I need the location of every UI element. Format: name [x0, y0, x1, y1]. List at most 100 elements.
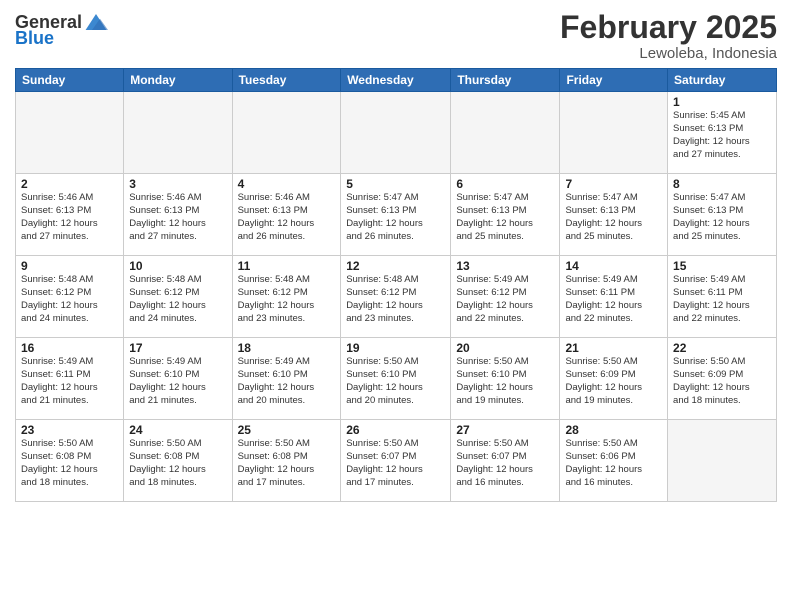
day-info: Sunrise: 5:46 AM Sunset: 6:13 PM Dayligh…: [129, 192, 226, 243]
day-info: Sunrise: 5:49 AM Sunset: 6:11 PM Dayligh…: [673, 274, 771, 325]
day-info: Sunrise: 5:50 AM Sunset: 6:08 PM Dayligh…: [21, 438, 118, 489]
table-row: 11Sunrise: 5:48 AM Sunset: 6:12 PM Dayli…: [232, 256, 341, 338]
table-row: 6Sunrise: 5:47 AM Sunset: 6:13 PM Daylig…: [451, 174, 560, 256]
table-row: 20Sunrise: 5:50 AM Sunset: 6:10 PM Dayli…: [451, 338, 560, 420]
week-row-4: 16Sunrise: 5:49 AM Sunset: 6:11 PM Dayli…: [16, 338, 777, 420]
week-row-3: 9Sunrise: 5:48 AM Sunset: 6:12 PM Daylig…: [16, 256, 777, 338]
table-row: 4Sunrise: 5:46 AM Sunset: 6:13 PM Daylig…: [232, 174, 341, 256]
day-info: Sunrise: 5:49 AM Sunset: 6:11 PM Dayligh…: [565, 274, 662, 325]
day-info: Sunrise: 5:50 AM Sunset: 6:09 PM Dayligh…: [565, 356, 662, 407]
header-wednesday: Wednesday: [341, 69, 451, 92]
month-title: February 2025: [560, 10, 777, 45]
day-number: 27: [456, 423, 554, 437]
day-number: 12: [346, 259, 445, 273]
day-number: 9: [21, 259, 118, 273]
page-header: General Blue February 2025 Lewoleba, Ind…: [15, 10, 777, 62]
day-info: Sunrise: 5:49 AM Sunset: 6:10 PM Dayligh…: [238, 356, 336, 407]
day-info: Sunrise: 5:48 AM Sunset: 6:12 PM Dayligh…: [346, 274, 445, 325]
header-thursday: Thursday: [451, 69, 560, 92]
day-info: Sunrise: 5:47 AM Sunset: 6:13 PM Dayligh…: [673, 192, 771, 243]
title-block: February 2025 Lewoleba, Indonesia: [560, 10, 777, 62]
location-title: Lewoleba, Indonesia: [560, 45, 777, 62]
day-number: 4: [238, 177, 336, 191]
table-row: 13Sunrise: 5:49 AM Sunset: 6:12 PM Dayli…: [451, 256, 560, 338]
day-number: 7: [565, 177, 662, 191]
header-monday: Monday: [124, 69, 232, 92]
table-row: 9Sunrise: 5:48 AM Sunset: 6:12 PM Daylig…: [16, 256, 124, 338]
day-info: Sunrise: 5:48 AM Sunset: 6:12 PM Dayligh…: [21, 274, 118, 325]
table-row: 14Sunrise: 5:49 AM Sunset: 6:11 PM Dayli…: [560, 256, 668, 338]
day-number: 1: [673, 95, 771, 109]
table-row: 2Sunrise: 5:46 AM Sunset: 6:13 PM Daylig…: [16, 174, 124, 256]
day-info: Sunrise: 5:50 AM Sunset: 6:09 PM Dayligh…: [673, 356, 771, 407]
table-row: 21Sunrise: 5:50 AM Sunset: 6:09 PM Dayli…: [560, 338, 668, 420]
logo-icon: [84, 10, 108, 34]
table-row: [668, 420, 777, 502]
table-row: [16, 92, 124, 174]
day-info: Sunrise: 5:50 AM Sunset: 6:10 PM Dayligh…: [346, 356, 445, 407]
table-row: 10Sunrise: 5:48 AM Sunset: 6:12 PM Dayli…: [124, 256, 232, 338]
weekday-header-row: Sunday Monday Tuesday Wednesday Thursday…: [16, 69, 777, 92]
day-info: Sunrise: 5:50 AM Sunset: 6:08 PM Dayligh…: [238, 438, 336, 489]
table-row: 15Sunrise: 5:49 AM Sunset: 6:11 PM Dayli…: [668, 256, 777, 338]
day-info: Sunrise: 5:46 AM Sunset: 6:13 PM Dayligh…: [21, 192, 118, 243]
day-number: 13: [456, 259, 554, 273]
day-info: Sunrise: 5:49 AM Sunset: 6:12 PM Dayligh…: [456, 274, 554, 325]
day-number: 26: [346, 423, 445, 437]
table-row: 23Sunrise: 5:50 AM Sunset: 6:08 PM Dayli…: [16, 420, 124, 502]
day-number: 28: [565, 423, 662, 437]
table-row: 26Sunrise: 5:50 AM Sunset: 6:07 PM Dayli…: [341, 420, 451, 502]
table-row: 24Sunrise: 5:50 AM Sunset: 6:08 PM Dayli…: [124, 420, 232, 502]
day-number: 3: [129, 177, 226, 191]
day-info: Sunrise: 5:47 AM Sunset: 6:13 PM Dayligh…: [346, 192, 445, 243]
table-row: 28Sunrise: 5:50 AM Sunset: 6:06 PM Dayli…: [560, 420, 668, 502]
day-number: 21: [565, 341, 662, 355]
table-row: [341, 92, 451, 174]
table-row: 16Sunrise: 5:49 AM Sunset: 6:11 PM Dayli…: [16, 338, 124, 420]
week-row-5: 23Sunrise: 5:50 AM Sunset: 6:08 PM Dayli…: [16, 420, 777, 502]
table-row: 19Sunrise: 5:50 AM Sunset: 6:10 PM Dayli…: [341, 338, 451, 420]
header-saturday: Saturday: [668, 69, 777, 92]
calendar-table: Sunday Monday Tuesday Wednesday Thursday…: [15, 68, 777, 502]
day-number: 2: [21, 177, 118, 191]
table-row: 17Sunrise: 5:49 AM Sunset: 6:10 PM Dayli…: [124, 338, 232, 420]
day-info: Sunrise: 5:50 AM Sunset: 6:10 PM Dayligh…: [456, 356, 554, 407]
day-number: 11: [238, 259, 336, 273]
day-number: 25: [238, 423, 336, 437]
day-number: 23: [21, 423, 118, 437]
day-number: 8: [673, 177, 771, 191]
day-info: Sunrise: 5:48 AM Sunset: 6:12 PM Dayligh…: [238, 274, 336, 325]
day-number: 17: [129, 341, 226, 355]
table-row: 22Sunrise: 5:50 AM Sunset: 6:09 PM Dayli…: [668, 338, 777, 420]
day-number: 22: [673, 341, 771, 355]
day-info: Sunrise: 5:50 AM Sunset: 6:07 PM Dayligh…: [456, 438, 554, 489]
table-row: [232, 92, 341, 174]
day-number: 19: [346, 341, 445, 355]
day-number: 16: [21, 341, 118, 355]
day-info: Sunrise: 5:46 AM Sunset: 6:13 PM Dayligh…: [238, 192, 336, 243]
day-info: Sunrise: 5:48 AM Sunset: 6:12 PM Dayligh…: [129, 274, 226, 325]
day-number: 24: [129, 423, 226, 437]
table-row: 7Sunrise: 5:47 AM Sunset: 6:13 PM Daylig…: [560, 174, 668, 256]
week-row-2: 2Sunrise: 5:46 AM Sunset: 6:13 PM Daylig…: [16, 174, 777, 256]
day-info: Sunrise: 5:50 AM Sunset: 6:08 PM Dayligh…: [129, 438, 226, 489]
day-info: Sunrise: 5:49 AM Sunset: 6:11 PM Dayligh…: [21, 356, 118, 407]
week-row-1: 1Sunrise: 5:45 AM Sunset: 6:13 PM Daylig…: [16, 92, 777, 174]
table-row: [560, 92, 668, 174]
table-row: 25Sunrise: 5:50 AM Sunset: 6:08 PM Dayli…: [232, 420, 341, 502]
day-info: Sunrise: 5:50 AM Sunset: 6:06 PM Dayligh…: [565, 438, 662, 489]
day-number: 14: [565, 259, 662, 273]
day-number: 18: [238, 341, 336, 355]
table-row: 12Sunrise: 5:48 AM Sunset: 6:12 PM Dayli…: [341, 256, 451, 338]
day-info: Sunrise: 5:47 AM Sunset: 6:13 PM Dayligh…: [565, 192, 662, 243]
day-number: 5: [346, 177, 445, 191]
table-row: 3Sunrise: 5:46 AM Sunset: 6:13 PM Daylig…: [124, 174, 232, 256]
header-friday: Friday: [560, 69, 668, 92]
table-row: 8Sunrise: 5:47 AM Sunset: 6:13 PM Daylig…: [668, 174, 777, 256]
day-info: Sunrise: 5:49 AM Sunset: 6:10 PM Dayligh…: [129, 356, 226, 407]
header-tuesday: Tuesday: [232, 69, 341, 92]
logo-blue: Blue: [15, 28, 54, 49]
day-number: 20: [456, 341, 554, 355]
table-row: [451, 92, 560, 174]
day-info: Sunrise: 5:45 AM Sunset: 6:13 PM Dayligh…: [673, 110, 771, 161]
